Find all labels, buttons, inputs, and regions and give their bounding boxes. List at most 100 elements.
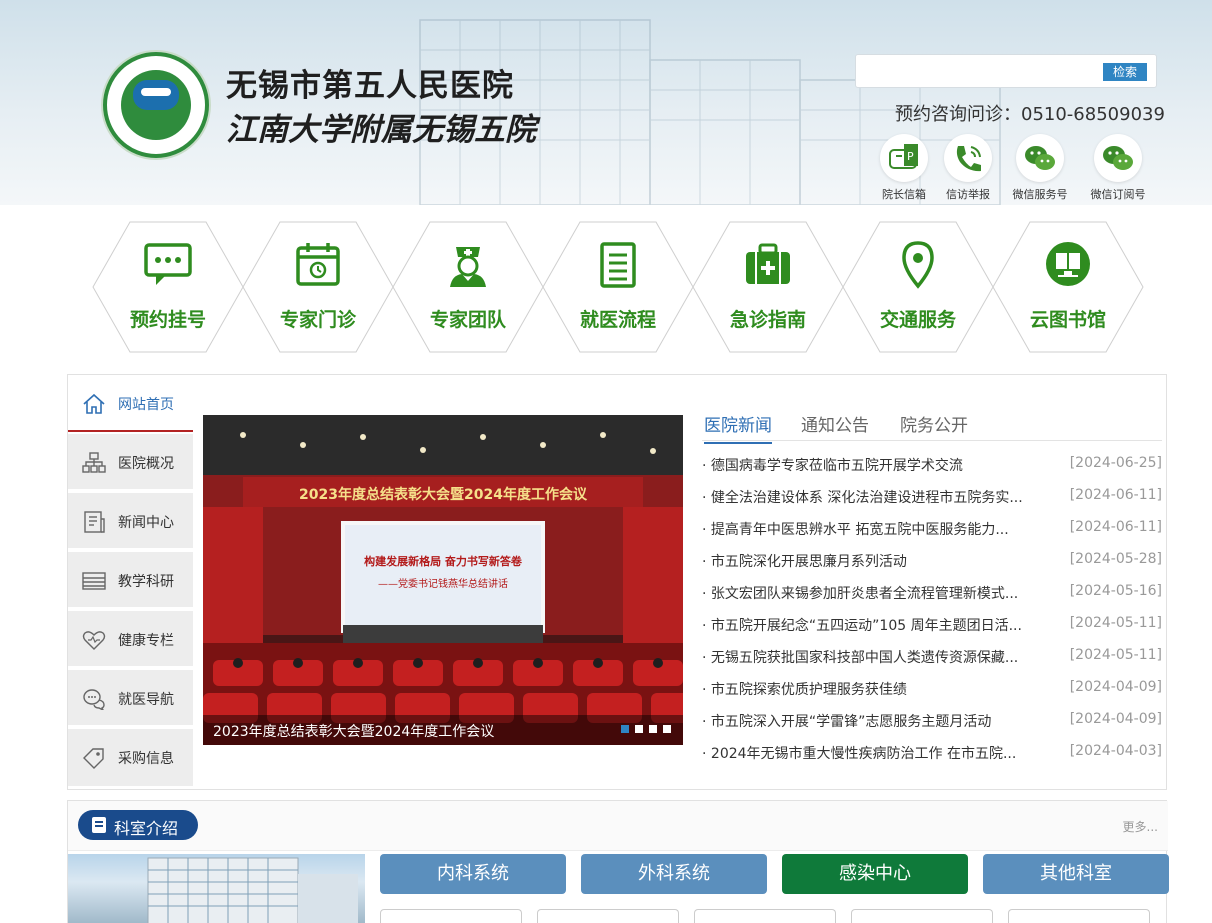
- department-item[interactable]: [537, 909, 679, 923]
- news-date: [2024-06-25]: [1069, 455, 1162, 471]
- hex-nav-transport[interactable]: 交通服务: [842, 221, 994, 353]
- tab-other-departments[interactable]: 其他科室: [983, 854, 1169, 894]
- news-title[interactable]: · 市五院深入开展“学雷锋”志愿服务主题月活动: [702, 711, 1052, 731]
- search-button[interactable]: 检索: [1103, 63, 1147, 81]
- hex-nav-label: 预约挂号: [129, 309, 206, 331]
- side-nav: 网站首页 医院概况 新闻中心 教学科研 健康专栏 就医导航 采购信息: [68, 375, 194, 791]
- tab-infection-center[interactable]: 感染中心: [782, 854, 968, 894]
- chat-icon: [144, 243, 192, 285]
- news-item[interactable]: · 健全法治建设体系 深化法治建设进程市五院务实... [2024-06-11]: [702, 487, 1162, 519]
- news-icon: [84, 511, 105, 533]
- news-title[interactable]: · 市五院开展纪念“五四运动”105 周年主题团日活...: [702, 615, 1052, 635]
- side-nav-label: 网站首页: [118, 397, 174, 413]
- tag-icon: [83, 748, 104, 769]
- side-nav-label: 新闻中心: [118, 515, 174, 531]
- side-nav-home[interactable]: 网站首页: [68, 375, 193, 432]
- more-link[interactable]: 更多...: [1123, 818, 1158, 835]
- wechat-icon: [1016, 134, 1064, 182]
- news-item[interactable]: · 2024年无锡市重大慢性疾病防治工作 在市五院... [2024-04-03]: [702, 743, 1162, 775]
- main-panel: 网站首页 医院概况 新闻中心 教学科研 健康专栏 就医导航 采购信息 2023年…: [67, 374, 1167, 790]
- news-item[interactable]: · 张文宏团队来锡参加肝炎患者全流程管理新模式... [2024-05-16]: [702, 583, 1162, 615]
- tab-internal-medicine[interactable]: 内科系统: [380, 854, 566, 894]
- slide-photo: 2023年度总结表彰大会暨2024年度工作会议 构建发展新格局 奋力书写新答卷 …: [203, 415, 683, 745]
- department-item[interactable]: [1008, 909, 1150, 923]
- heart-icon: [82, 631, 106, 650]
- department-item[interactable]: [380, 909, 522, 923]
- home-icon: [83, 393, 105, 414]
- hex-nav-expert-team[interactable]: 专家团队: [392, 221, 544, 353]
- news-title[interactable]: · 2024年无锡市重大慢性疾病防治工作 在市五院...: [702, 743, 1052, 763]
- search-input[interactable]: [858, 57, 1076, 85]
- wechat-icon: [1094, 134, 1142, 182]
- news-date: [2024-04-09]: [1069, 711, 1162, 727]
- department-item[interactable]: [851, 909, 993, 923]
- quick-link-wechat-service[interactable]: 微信服务号: [1004, 134, 1076, 202]
- hex-nav-appointment[interactable]: 预约挂号: [92, 221, 244, 353]
- news-title[interactable]: · 提高青年中医思辨水平 拓宽五院中医服务能力...: [702, 519, 1052, 539]
- news-title[interactable]: · 市五院深化开展思廉月系列活动: [702, 551, 1052, 571]
- slide-caption: 2023年度总结表彰大会暨2024年度工作会议: [213, 724, 495, 740]
- nurse-icon: [450, 247, 486, 287]
- library-icon: [1046, 242, 1090, 286]
- news-item[interactable]: · 无锡五院获批国家科技部中国人类遗传资源保藏... [2024-05-11]: [702, 647, 1162, 679]
- screen-title-text: 构建发展新格局 奋力书写新答卷: [364, 554, 523, 568]
- news-date: [2024-05-16]: [1069, 583, 1162, 599]
- slider-dot[interactable]: [663, 725, 671, 733]
- news-slider[interactable]: 2023年度总结表彰大会暨2024年度工作会议 构建发展新格局 奋力书写新答卷 …: [203, 415, 683, 745]
- news-item[interactable]: · 提高青年中医思辨水平 拓宽五院中医服务能力... [2024-06-11]: [702, 519, 1162, 551]
- hex-nav-label: 专家门诊: [279, 309, 356, 331]
- news-date: [2024-04-09]: [1069, 679, 1162, 695]
- news-title[interactable]: · 健全法治建设体系 深化法治建设进程市五院务实...: [702, 487, 1052, 507]
- news-item[interactable]: · 德国病毒学专家莅临市五院开展学术交流 [2024-06-25]: [702, 455, 1162, 487]
- mailbox-icon: P: [880, 134, 928, 182]
- calendar-icon: [296, 243, 340, 286]
- side-nav-procurement[interactable]: 采购信息: [68, 729, 193, 786]
- hex-nav-label: 就医流程: [579, 309, 656, 331]
- quick-link-wechat-subscription[interactable]: 微信订阅号: [1082, 134, 1154, 202]
- slider-dot[interactable]: [621, 725, 629, 733]
- news-date: [2024-06-11]: [1069, 487, 1162, 503]
- quick-link-label: 微信服务号: [1012, 188, 1068, 201]
- hex-nav-label: 急诊指南: [729, 309, 806, 331]
- hex-nav-label: 专家团队: [429, 309, 506, 331]
- svg-text:P: P: [907, 150, 914, 163]
- slider-dot[interactable]: [635, 725, 643, 733]
- header: 无锡市第五人民医院 江南大学附属无锡五院 检索 预约咨询问诊：0510-6850…: [0, 0, 1212, 205]
- side-nav-overview[interactable]: 医院概况: [68, 434, 193, 491]
- news-title[interactable]: · 无锡五院获批国家科技部中国人类遗传资源保藏...: [702, 647, 1052, 667]
- side-nav-guide[interactable]: 就医导航: [68, 670, 193, 727]
- news-item[interactable]: · 市五院开展纪念“五四运动”105 周年主题团日活... [2024-05-11…: [702, 615, 1162, 647]
- quick-link-report[interactable]: 信访举报: [932, 134, 1004, 202]
- news-date: [2024-04-03]: [1069, 743, 1162, 759]
- department-photo: [68, 854, 365, 923]
- location-icon: [902, 241, 934, 289]
- news-item[interactable]: · 市五院深化开展思廉月系列活动 [2024-05-28]: [702, 551, 1162, 583]
- hex-nav-process[interactable]: 就医流程: [542, 221, 694, 353]
- hex-nav-emergency[interactable]: 急诊指南: [692, 221, 844, 353]
- hex-nav-expert-clinic[interactable]: 专家门诊: [242, 221, 394, 353]
- side-nav-research[interactable]: 教学科研: [68, 552, 193, 609]
- side-nav-label: 就医导航: [118, 692, 174, 708]
- side-nav-health[interactable]: 健康专栏: [68, 611, 193, 668]
- tab-surgery[interactable]: 外科系统: [581, 854, 767, 894]
- news-date: [2024-06-11]: [1069, 519, 1162, 535]
- tab-notices[interactable]: 通知公告: [801, 411, 869, 436]
- logo-s-stroke: [141, 88, 171, 96]
- news-item[interactable]: · 市五院探索优质护理服务获佳绩 [2024-04-09]: [702, 679, 1162, 711]
- slider-dot[interactable]: [649, 725, 657, 733]
- side-nav-label: 医院概况: [118, 456, 174, 472]
- news-tabs: 医院新闻 通知公告 院务公开: [702, 405, 1162, 444]
- quick-link-mailbox[interactable]: P 院长信箱: [868, 134, 940, 202]
- side-nav-label: 健康专栏: [118, 633, 174, 649]
- news-item[interactable]: · 市五院深入开展“学雷锋”志愿服务主题月活动 [2024-04-09]: [702, 711, 1162, 743]
- department-item[interactable]: [694, 909, 836, 923]
- tab-affairs[interactable]: 院务公开: [900, 411, 968, 436]
- news-title[interactable]: · 德国病毒学专家莅临市五院开展学术交流: [702, 455, 1052, 475]
- news-title[interactable]: · 张文宏团队来锡参加肝炎患者全流程管理新模式...: [702, 583, 1052, 603]
- news-date: [2024-05-11]: [1069, 615, 1162, 631]
- side-nav-news[interactable]: 新闻中心: [68, 493, 193, 550]
- stage-banner-text: 2023年度总结表彰大会暨2024年度工作会议: [299, 486, 588, 503]
- news-title[interactable]: · 市五院探索优质护理服务获佳绩: [702, 679, 1052, 699]
- tab-hospital-news[interactable]: 医院新闻: [704, 411, 772, 444]
- hex-nav-library[interactable]: 云图书馆: [992, 221, 1144, 353]
